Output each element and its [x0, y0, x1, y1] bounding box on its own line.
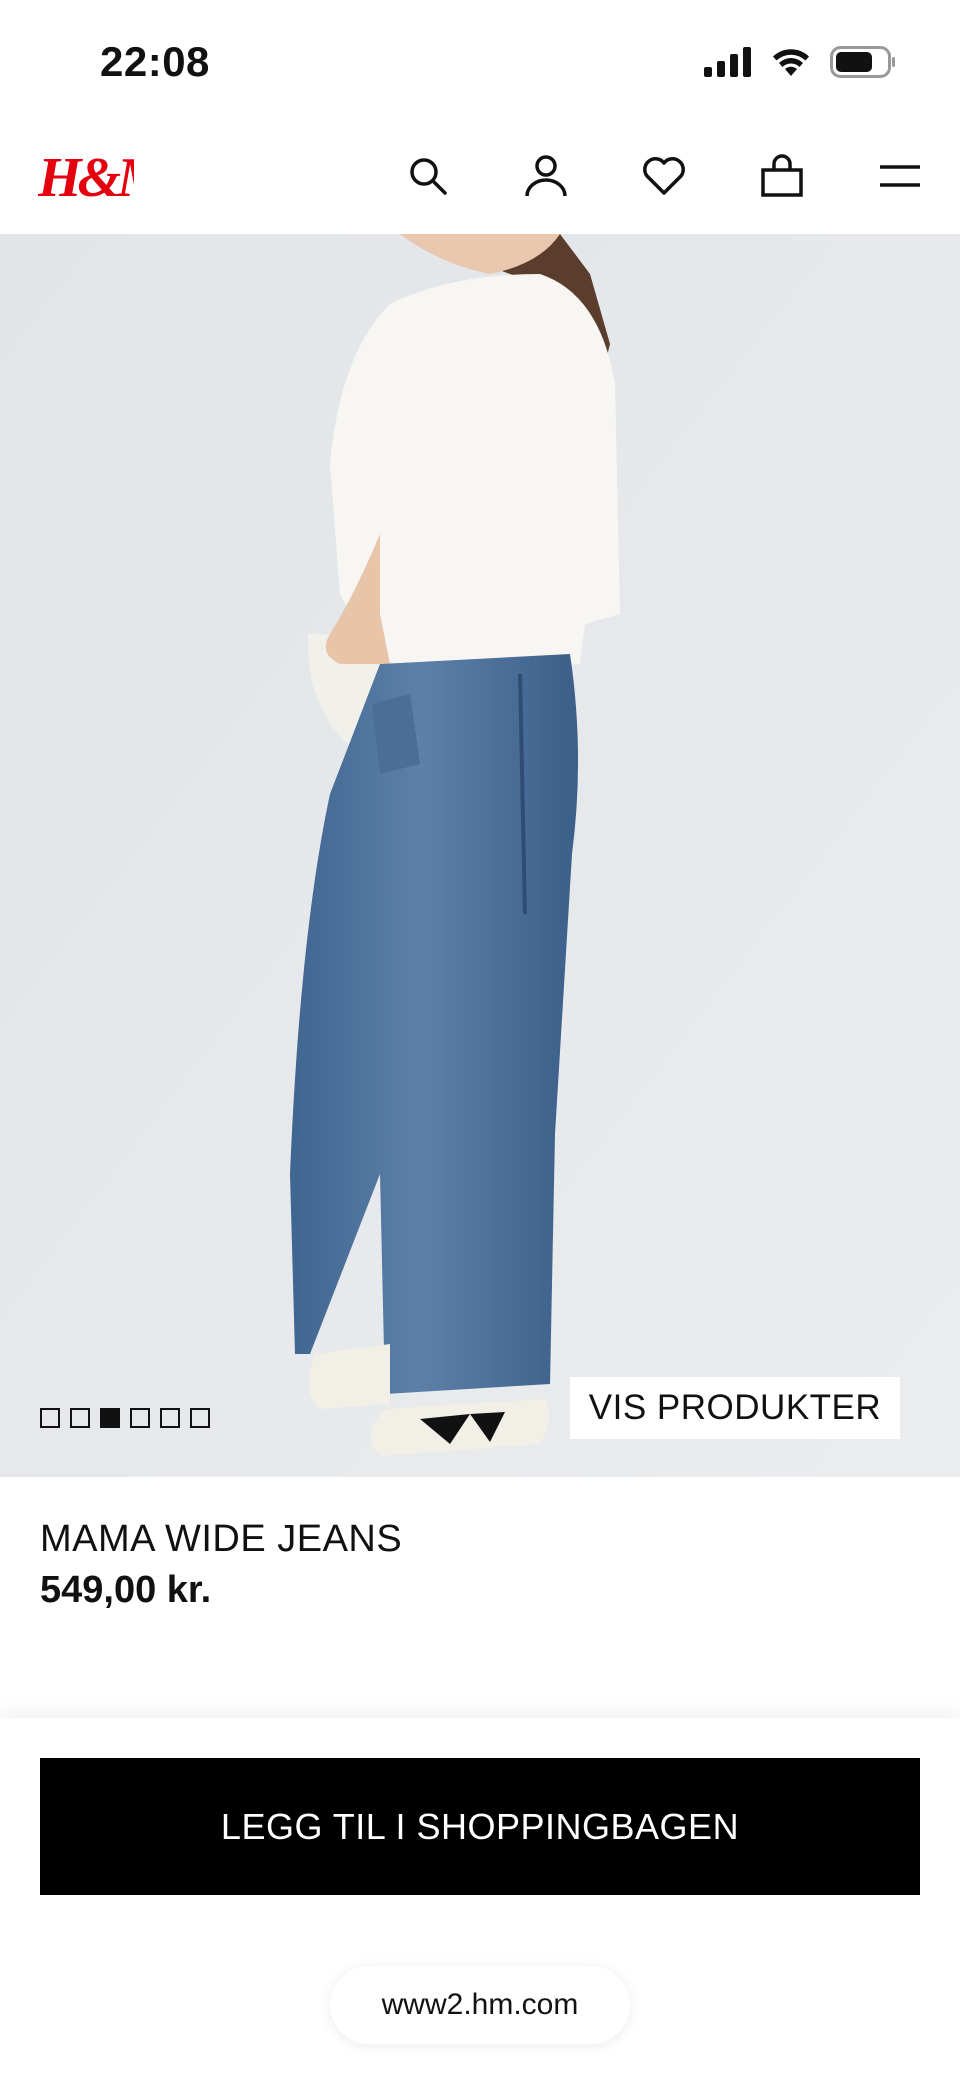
- site-header: H&M: [0, 120, 960, 234]
- product-hero-image[interactable]: VIS PRODUKTER: [0, 234, 960, 1477]
- show-products-button[interactable]: VIS PRODUKTER: [570, 1377, 900, 1439]
- carousel-dot[interactable]: [190, 1408, 210, 1428]
- shopping-bag-icon[interactable]: [752, 146, 812, 206]
- model-photo: [0, 234, 960, 1477]
- carousel-dot[interactable]: [70, 1408, 90, 1428]
- carousel-indicators: [40, 1408, 210, 1428]
- product-name[interactable]: MAMA WIDE JEANS: [40, 1518, 402, 1561]
- product-price: 549,00 kr.: [40, 1569, 212, 1611]
- wifi-icon: [770, 46, 812, 83]
- browser-url-bar[interactable]: www2.hm.com: [330, 1966, 630, 2044]
- svg-text:H&M: H&M: [38, 147, 134, 209]
- product-info: MAMA WIDE JEANS 549,00 kr.: [40, 1518, 402, 1612]
- bottom-action-panel: LEGG TIL I SHOPPINGBAGEN www2.hm.com: [0, 1718, 960, 2078]
- status-time: 22:08: [100, 38, 210, 85]
- carousel-dot[interactable]: [40, 1408, 60, 1428]
- carousel-dot-active[interactable]: [100, 1408, 120, 1428]
- menu-icon[interactable]: [870, 146, 930, 206]
- carousel-dot[interactable]: [160, 1408, 180, 1428]
- search-icon[interactable]: [398, 146, 458, 206]
- carousel-dot[interactable]: [130, 1408, 150, 1428]
- add-to-bag-button[interactable]: LEGG TIL I SHOPPINGBAGEN: [40, 1758, 920, 1895]
- status-bar: 22:08: [0, 0, 960, 120]
- hm-logo[interactable]: H&M: [37, 142, 173, 210]
- account-icon[interactable]: [516, 146, 576, 206]
- heart-icon[interactable]: [634, 146, 694, 206]
- battery-icon: [830, 46, 896, 83]
- signal-icon: [704, 47, 752, 82]
- status-icons: [704, 46, 896, 83]
